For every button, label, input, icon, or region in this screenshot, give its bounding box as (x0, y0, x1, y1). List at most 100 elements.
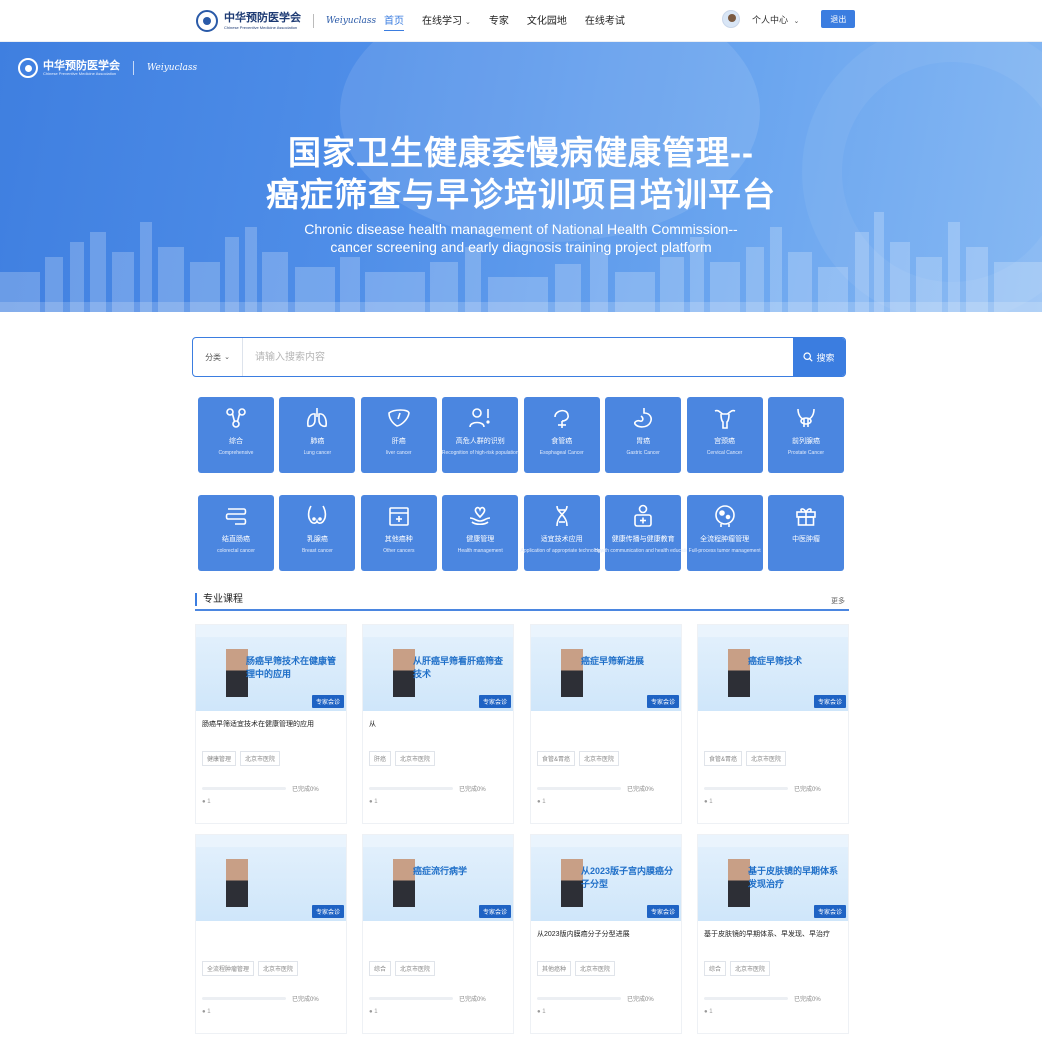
nav-experts[interactable]: 专家 (489, 12, 509, 31)
tile-label-cn: 高危人群的识别 (455, 438, 505, 445)
course-title[interactable]: 从 (369, 719, 507, 741)
category-grid-row1: 综合 Comprehensive 肺癌 Lung cancer 肝癌 liver… (198, 397, 844, 473)
medical-kit-icon (388, 507, 409, 526)
course-title[interactable]: 从2023版内膜癌分子分型进展 (537, 929, 675, 951)
course-thumbnail[interactable]: 从2023版子宫内膜癌分子分型 专家会诊 (531, 835, 681, 921)
category-health-management[interactable]: 健康管理 Health management (442, 495, 519, 571)
liver-icon (387, 409, 410, 427)
expert-badge: 专家会诊 (478, 695, 511, 708)
category-tcm-oncology[interactable]: 中医肿瘤 (768, 495, 845, 571)
speaker-photo (226, 859, 248, 907)
course-title[interactable]: 肠癌早筛适宜技术在健康管理的应用 (202, 719, 340, 741)
course-card[interactable]: 从肝癌早筛看肝癌筛查技术 专家会诊从肝癌 北京市医院 已完成0% ● 1 (362, 624, 514, 824)
course-thumbnail[interactable]: 癌症流行病学 专家会诊 (363, 835, 513, 921)
avatar[interactable] (722, 10, 740, 28)
category-esophageal-cancer[interactable]: 食管癌 Esophageal Cancer (523, 397, 600, 473)
nav-culture[interactable]: 文化园地 (527, 12, 567, 31)
view-count: 1 (207, 799, 211, 805)
category-colorectal-cancer[interactable]: 结直肠癌 colorectal cancer (198, 495, 274, 571)
course-tag: 全流程肿瘤管理 (202, 961, 255, 976)
category-cervical-cancer[interactable]: 宫颈癌 Cervical Cancer (686, 397, 763, 473)
category-liver-cancer[interactable]: 肝癌 liver cancer (360, 397, 437, 473)
breast-icon (308, 505, 327, 524)
tile-label-cn: 中医肿瘤 (792, 536, 821, 543)
thumbnail-title: 从2023版子宫内膜癌分子分型 (581, 866, 674, 889)
course-card[interactable]: 专家会诊 全流程肿瘤管理 北京市医院 已完成0% ● 1 (195, 834, 347, 1034)
tile-label-cn: 食管癌 (551, 438, 573, 445)
category-prostate-cancer[interactable]: 前列腺癌 Prostate Cancer (768, 397, 844, 473)
chevron-down-icon: ⌄ (224, 354, 230, 361)
user-area: 个人中心 ⌄ 退出 (722, 10, 856, 28)
course-title[interactable] (369, 929, 507, 951)
tile-label-cn: 胃癌 (636, 438, 651, 445)
course-card[interactable]: 癌症早筛新进展 专家会诊 食管&胃癌 北京市医院 已完成0% ● 1 (530, 624, 682, 824)
course-progress: 已完成0% (704, 994, 842, 1003)
progress-label: 已完成0% (794, 787, 821, 793)
esophagus-icon (553, 409, 569, 428)
course-thumbnail[interactable]: 肠癌早筛技术在健康管理中的应用 专家会诊 (196, 625, 346, 711)
course-progress: 已完成0% (537, 784, 675, 793)
progress-bar (537, 787, 621, 790)
course-title[interactable] (537, 719, 675, 741)
course-views: ● 1 (537, 1009, 675, 1015)
course-card[interactable]: 癌症早筛技术 专家会诊 食管&胃癌 北京市医院 已完成0% ● 1 (697, 624, 849, 824)
category-breast-cancer[interactable]: 乳腺癌 Breast cancer (279, 495, 356, 571)
user-center-menu[interactable]: 个人中心 ⌄ (752, 13, 799, 26)
course-thumbnail[interactable]: 基于皮肤镜的早期体系发现治疗 专家会诊 (698, 835, 848, 921)
tile-label-en: colorectal cancer (217, 548, 255, 554)
course-tag: 北京市医院 (240, 751, 281, 766)
tile-label-cn: 宫颈癌 (714, 438, 736, 445)
view-count: 1 (542, 1009, 546, 1015)
search-input[interactable] (243, 338, 793, 376)
course-thumbnail[interactable]: 从肝癌早筛看肝癌筛查技术 专家会诊 (363, 625, 513, 711)
person-icon: ● (202, 799, 206, 805)
courses-section-header: 专业课程 更多 (195, 593, 849, 611)
tile-label-en: Comprehensive (218, 450, 254, 456)
category-tumor-management[interactable]: 全流程肿瘤管理 Full-process tumor management (686, 495, 763, 571)
course-tag: 食管&胃癌 (704, 751, 743, 766)
person-icon: ● (537, 799, 541, 805)
course-thumbnail[interactable]: 癌症早筛新进展 专家会诊 (531, 625, 681, 711)
nav-online-exam[interactable]: 在线考试 (585, 12, 625, 31)
course-title[interactable]: 基于皮肤镜的早期体系、早发现、早治疗 (704, 929, 842, 951)
course-card[interactable]: 肠癌早筛技术在健康管理中的应用 专家会诊 肠癌早筛适宜技术在健康管理的应用 健康管理北… (195, 624, 347, 824)
course-thumbnail[interactable]: 癌症早筛技术 专家会诊 (698, 625, 848, 711)
course-tags: 全流程肿瘤管理 北京市医院 (202, 961, 340, 976)
course-tag: 北京市医院 (395, 961, 436, 976)
course-title[interactable] (202, 929, 340, 951)
thumbnail-title: 癌症流行病学 (413, 866, 468, 876)
category-high-risk[interactable]: 高危人群的识别 Recognition of high-risk populat… (442, 397, 519, 473)
heart-hand-icon (470, 506, 491, 526)
course-card[interactable]: 癌症流行病学 专家会诊 综合 北京市医院 已完成0% ● 1 (362, 834, 514, 1034)
thumbnail-title: 癌症早筛技术 (748, 656, 803, 666)
category-other-cancers[interactable]: 其他癌种 Other cancers (360, 495, 437, 571)
search-button[interactable]: 搜索 (793, 338, 845, 376)
banner-logo-divider (133, 61, 134, 75)
category-lung-cancer[interactable]: 肺癌 Lung cancer (279, 397, 356, 473)
progress-bar (369, 997, 453, 1000)
view-count: 1 (207, 1009, 211, 1015)
search-category-select[interactable]: 分类 ⌄ (193, 338, 243, 376)
nav-home[interactable]: 首页 (384, 12, 404, 31)
category-appropriate-technology[interactable]: 适宜技术应用 Application of appropriate techno… (521, 495, 603, 571)
thumbnail-title: 基于皮肤镜的早期体系发现治疗 (748, 866, 839, 889)
category-comprehensive[interactable]: 综合 Comprehensive (198, 397, 274, 473)
more-link[interactable]: 更多 (831, 596, 845, 606)
nav-online-learning[interactable]: 在线学习 ⌄ (422, 12, 471, 31)
expert-badge: 专家会诊 (646, 695, 679, 708)
progress-bar (537, 997, 621, 1000)
logout-button[interactable]: 退出 (821, 10, 856, 28)
category-health-education[interactable]: 健康传播与健康教育 Health communication and healt… (595, 495, 692, 571)
progress-bar (202, 787, 286, 790)
course-title[interactable] (704, 719, 842, 741)
site-logo[interactable]: 中华预防医学会 Chinese Preventive Medicine Asso… (196, 8, 376, 34)
tile-label-cn: 乳腺癌 (306, 536, 328, 543)
category-gastric-cancer[interactable]: 胃癌 Gastric Cancer (605, 397, 682, 473)
course-card[interactable]: 基于皮肤镜的早期体系发现治疗 专家会诊 基于皮肤镜的早期体系、早发现、早治疗 综合 北京… (697, 834, 849, 1034)
thumbnail-title: 肠癌早筛技术在健康管理中的应用 (246, 656, 337, 679)
tile-label-cn: 健康管理 (466, 536, 495, 543)
tile-label-cn: 全流程肿瘤管理 (700, 536, 750, 543)
tile-label-en: Esophageal Cancer (539, 450, 584, 456)
course-thumbnail[interactable]: 专家会诊 (196, 835, 346, 921)
course-card[interactable]: 从2023版子宫内膜癌分子分型 专家会诊 从2023版内膜癌分子分型进展 其他癌种 北京… (530, 834, 682, 1034)
